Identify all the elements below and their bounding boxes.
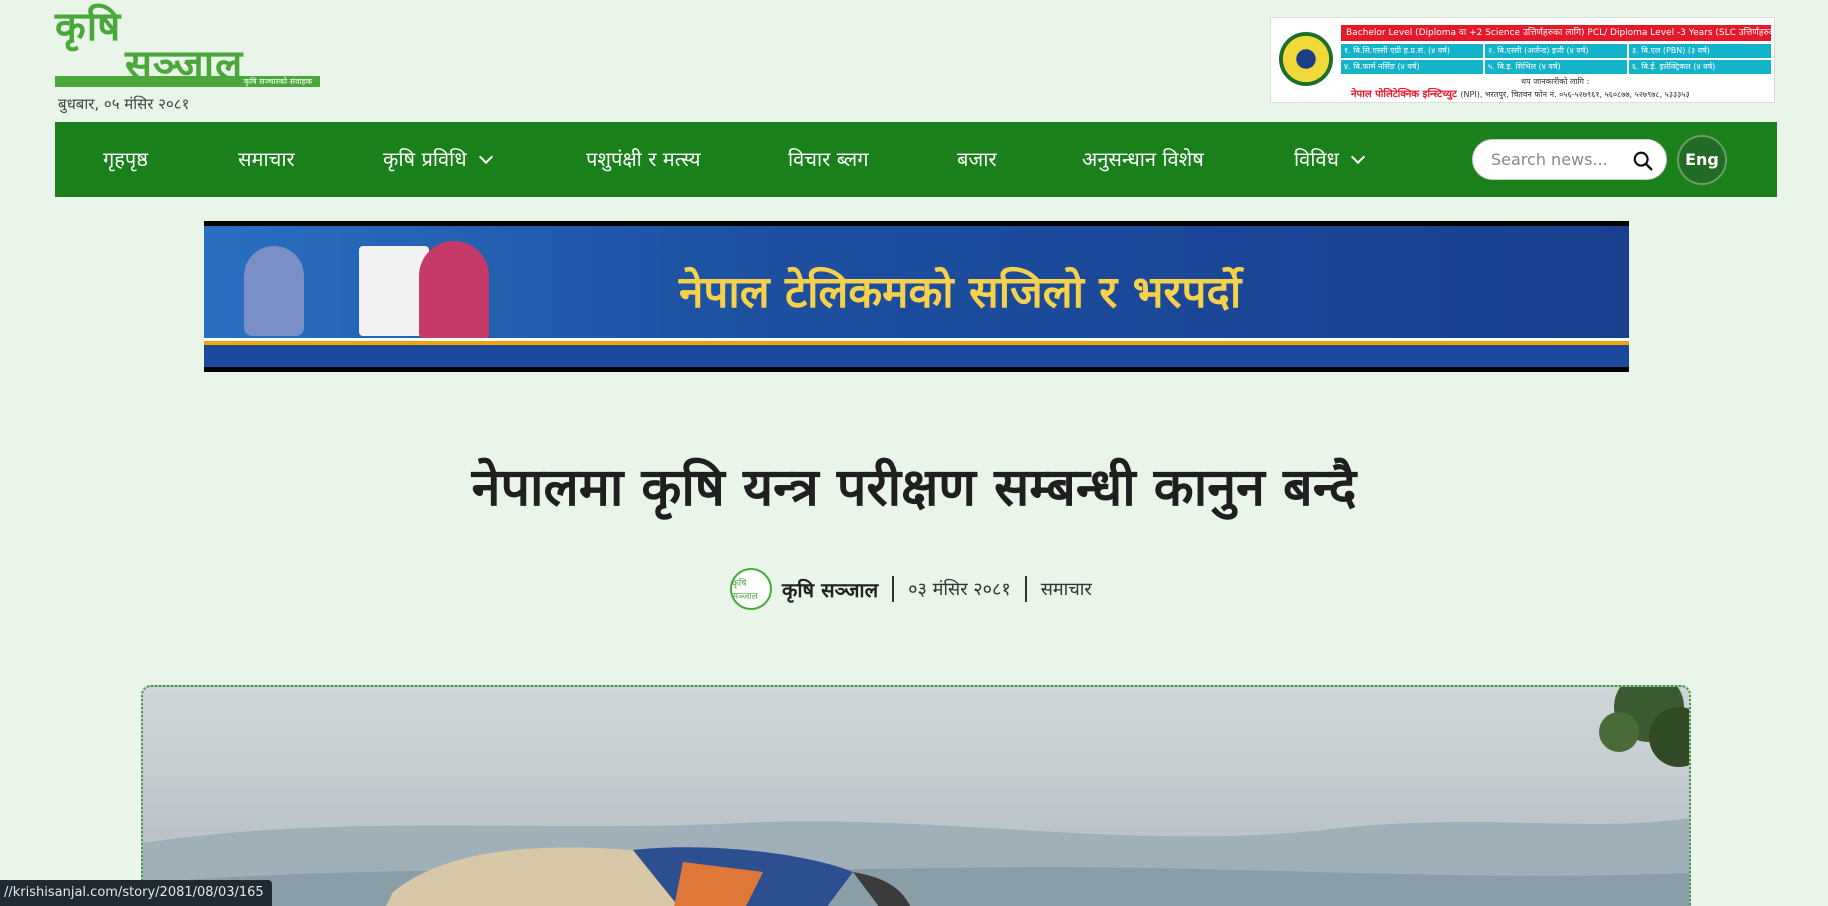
nav-item-label: विचार ब्लग xyxy=(788,147,869,171)
logo-tagline: कृषि सञ्चारको संवाहक xyxy=(55,76,320,87)
nav-item-label: कृषि प्रविधि xyxy=(383,147,467,171)
nav-item-label: पशुपंक्षी र मत्स्य xyxy=(586,147,701,171)
current-date: बुधबार, ०५ मंसिर २०८१ xyxy=(58,95,190,113)
ad-headline: Bachelor Level (Diploma वा +2 Science उत… xyxy=(1341,25,1771,41)
nav-item-label: गृहपृष्ठ xyxy=(103,147,149,171)
meta-divider xyxy=(892,576,895,602)
meta-divider xyxy=(1024,576,1027,602)
nav-item-misc[interactable]: विविध xyxy=(1294,122,1365,197)
telecom-banner-ad[interactable]: नेपाल टेलिकमको सजिलो र भरपर्दो xyxy=(204,221,1629,372)
nav-item-label: समाचार xyxy=(238,147,295,171)
top-advertisement[interactable]: Bachelor Level (Diploma वा +2 Science उत… xyxy=(1270,17,1775,103)
nav-item-label: बजार xyxy=(957,147,997,171)
nav-item-livestock-fish[interactable]: पशुपंक्षी र मत्स्य xyxy=(586,122,700,197)
ad-institute-name: नेपाल पोलिटेक्निक इन्स्टिच्युट xyxy=(1351,89,1457,100)
institute-seal-icon xyxy=(1279,32,1333,86)
language-toggle-button[interactable]: Eng xyxy=(1677,135,1727,185)
ad-contact-details: (NPI), भरतपुर, चितवन फोन नं. ०५६-५२७९६१,… xyxy=(1460,90,1690,99)
article-title: नेपालमा कृषि यन्त्र परीक्षण सम्बन्धी कान… xyxy=(471,458,1357,518)
chevron-down-icon xyxy=(478,149,493,165)
nav-item-news[interactable]: समाचार xyxy=(238,122,295,197)
ad-program: ३. बि.एल (PBN) (३ वर्ष) xyxy=(1629,44,1771,58)
vehicle-tarp-image xyxy=(386,847,911,906)
banner-stripe xyxy=(204,345,1629,367)
main-nav: गृहपृष्ठ समाचार कृषि प्रविधि पशुपंक्षी र… xyxy=(55,122,1777,197)
banner-headline: नेपाल टेलिकमको सजिलो र भरपर्दो xyxy=(679,267,1242,318)
search-box xyxy=(1472,139,1667,180)
article-meta: कृषि सञ्जाल कृषि सञ्जाल ०३ मंसिर २०८१ सम… xyxy=(730,568,1092,610)
browser-status-url: //krishisanjal.com/story/2081/08/03/165 xyxy=(0,880,272,906)
ad-program: ४. बि.फार्म नर्सिङ (४ वर्ष) xyxy=(1341,60,1483,74)
nav-item-home[interactable]: गृहपृष्ठ xyxy=(103,122,148,197)
search-input[interactable] xyxy=(1491,150,1631,169)
author-avatar[interactable]: कृषि सञ्जाल xyxy=(730,568,772,610)
avatar-text: कृषि सञ्जाल xyxy=(732,579,758,602)
nav-item-opinion-blog[interactable]: विचार ब्लग xyxy=(788,122,868,197)
ad-program-grid: १. बि.सि.एस्सी एग्री ह.प्र.सं. (४ वर्ष) … xyxy=(1341,44,1771,74)
publish-date: ०३ मंसिर २०८१ xyxy=(908,579,1011,600)
ad-institute: नेपाल पोलिटेक्निक इन्स्टिच्युट (NPI), भर… xyxy=(1351,86,1690,100)
banner-person-image xyxy=(244,246,304,336)
author-name[interactable]: कृषि सञ्जाल xyxy=(782,576,878,603)
ad-program: ५. बि.इ. सिभिल (४ वर्ष) xyxy=(1485,60,1627,74)
nav-item-label: विविध xyxy=(1294,147,1339,171)
nav-item-label: अनुसन्धान विशेष xyxy=(1082,147,1204,171)
banner-image: नेपाल टेलिकमको सजिलो र भरपर्दो xyxy=(204,226,1629,367)
ad-program: १. बि.सि.एस्सी एग्री ह.प्र.सं. (४ वर्ष) xyxy=(1341,44,1483,58)
nav-item-research[interactable]: अनुसन्धान विशेष xyxy=(1082,122,1204,197)
nav-item-market[interactable]: बजार xyxy=(957,122,997,197)
ad-program: २. बि.एस्सी (अर्जन्ड) इजी (४ वर्ष) xyxy=(1485,44,1627,58)
search-icon[interactable] xyxy=(1632,150,1654,172)
site-logo[interactable]: कृषि सञ्जाल कृषि सञ्चारको संवाहक xyxy=(55,7,320,88)
nav-item-agri-tech[interactable]: कृषि प्रविधि xyxy=(383,122,493,197)
ad-program: ६. बि.ई. इलेक्ट्रिकल (४ वर्ष) xyxy=(1629,60,1771,74)
banner-person-image xyxy=(419,241,489,341)
tree-image xyxy=(1599,687,1689,767)
article-category[interactable]: समाचार xyxy=(1041,577,1092,601)
article-featured-image xyxy=(141,685,1691,906)
site-header: कृषि सञ्जाल कृषि सञ्चारको संवाहक बुधबार,… xyxy=(55,7,1777,113)
chevron-down-icon xyxy=(1350,149,1365,165)
